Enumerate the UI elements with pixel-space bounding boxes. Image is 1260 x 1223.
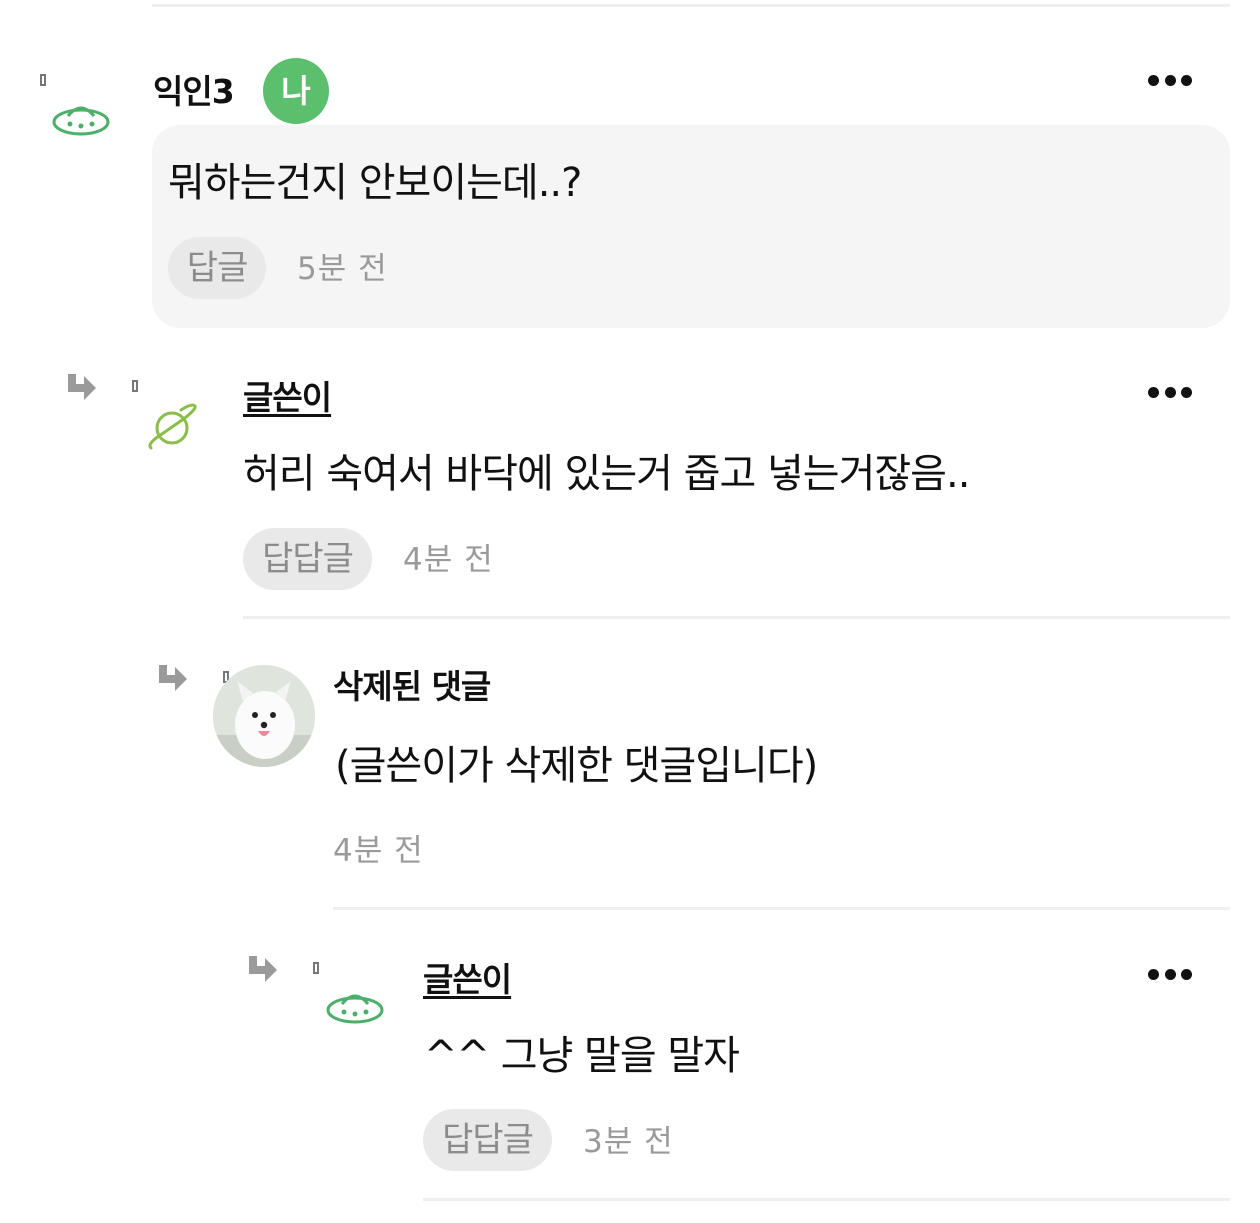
status-marker <box>313 962 319 974</box>
comment-author: 삭제된 댓글 <box>333 667 491 706</box>
more-options-icon[interactable] <box>1148 967 1192 981</box>
comment-text: 허리 숙여서 바닥에 있는거 줍고 넣는거잖음.. <box>243 451 970 497</box>
dog-photo-avatar <box>213 665 315 767</box>
top-divider <box>152 4 1230 7</box>
comment-time: 4분 전 <box>333 833 424 869</box>
comment-time: 4분 전 <box>403 542 494 578</box>
reply-button[interactable]: 답답글 <box>423 1109 552 1171</box>
comment-bubble <box>152 125 1230 328</box>
comment-author[interactable]: 글쓴이 <box>243 378 332 418</box>
more-options-icon[interactable] <box>1148 385 1192 399</box>
planet-icon <box>148 403 197 450</box>
my-badge: 나 <box>263 58 329 124</box>
more-options-icon[interactable] <box>1148 73 1192 87</box>
comment-author[interactable]: 익인3 <box>153 72 235 112</box>
reply-button[interactable]: 답글 <box>168 237 266 299</box>
status-marker <box>132 380 138 392</box>
reply-arrow-icon <box>159 665 187 691</box>
divider <box>423 1198 1230 1201</box>
reply-arrow-icon <box>249 956 277 982</box>
status-marker <box>40 74 46 86</box>
comment-text: 뭐하는건지 안보이는데..? <box>168 160 582 206</box>
comment-author[interactable]: 글쓴이 <box>423 960 512 1000</box>
ufo-icon <box>52 106 110 136</box>
reply-button[interactable]: 답답글 <box>243 528 372 590</box>
ufo-icon <box>326 994 384 1024</box>
divider <box>333 907 1230 910</box>
comment-time: 3분 전 <box>583 1124 674 1160</box>
comment-text: ^^ 그냥 말을 말자 <box>424 1033 740 1079</box>
comment-time: 5분 전 <box>297 251 388 287</box>
reply-arrow-icon <box>68 374 96 400</box>
divider <box>243 616 1230 619</box>
comment-text: (글쓴이가 삭제한 댓글입니다) <box>335 743 818 789</box>
